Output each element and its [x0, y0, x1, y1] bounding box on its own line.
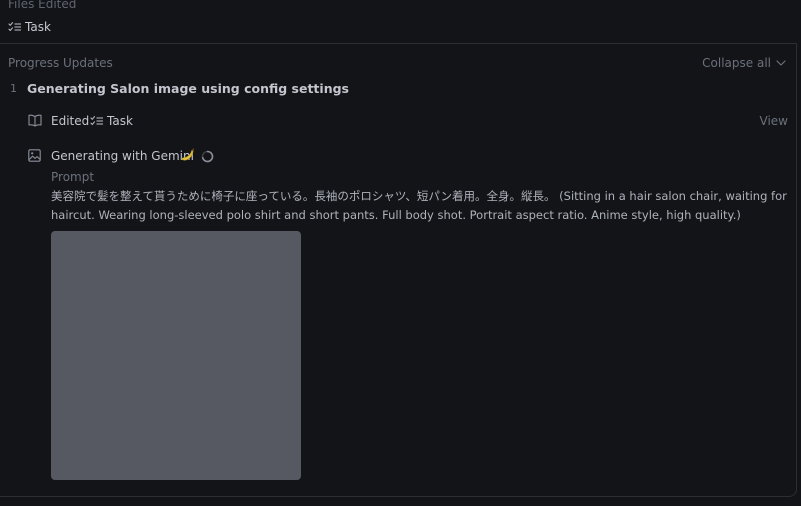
edited-label: Edited	[51, 114, 90, 128]
task-file-link[interactable]: Task	[8, 19, 51, 35]
progress-updates-title: Progress Updates	[8, 56, 113, 70]
image-preview-placeholder	[51, 231, 301, 480]
open-book-icon	[28, 114, 42, 127]
progress-header: Progress Updates Collapse all	[0, 44, 796, 78]
files-edited-label: Files Edited	[8, 0, 77, 11]
checklist-icon	[8, 22, 21, 32]
spinner-icon	[201, 150, 214, 163]
task-file-label: Task	[25, 20, 51, 34]
edited-task-label: Task	[107, 114, 133, 128]
chevron-down-icon	[776, 60, 786, 66]
collapse-all-label: Collapse all	[702, 56, 771, 70]
image-icon	[28, 149, 41, 162]
edited-row: Edited Task View	[0, 112, 796, 130]
banana-icon	[181, 148, 194, 161]
prompt-label: Prompt	[51, 170, 95, 184]
files-edited-section: Files Edited Task	[0, 0, 801, 44]
view-button[interactable]: View	[760, 113, 788, 129]
prompt-text: 美容院で髪を整えて貰うために椅子に座っている。長袖のポロシャツ、短パン着用。全身…	[51, 189, 787, 222]
step-number: 1	[10, 82, 17, 95]
generating-row: Generating with Gemini	[0, 147, 796, 165]
step-title: Generating Salon image using config sett…	[27, 81, 349, 96]
edited-task-link[interactable]: Task	[90, 113, 133, 129]
agent-activity-panel: Files Edited Task Progress Updates Colla…	[0, 0, 801, 506]
collapse-all-button[interactable]: Collapse all	[702, 55, 786, 71]
generating-label: Generating with Gemini	[51, 149, 194, 163]
checklist-icon	[90, 116, 103, 126]
progress-updates-panel: Progress Updates Collapse all 1 Generati…	[0, 43, 797, 497]
progress-step: 1 Generating Salon image using config se…	[0, 78, 796, 498]
